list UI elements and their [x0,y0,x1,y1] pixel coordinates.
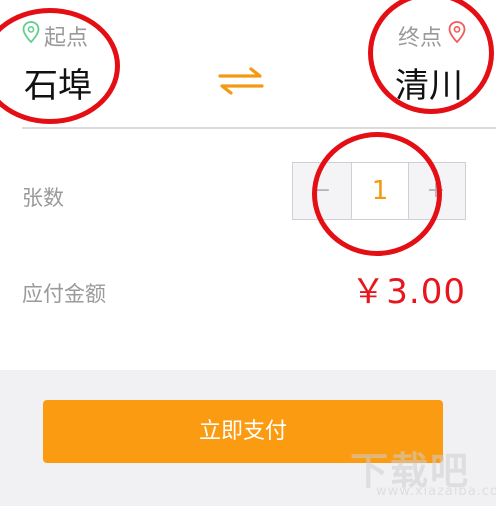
ticket-count-label: 张数 [22,186,64,210]
amount-value: ￥3.00 [351,272,466,312]
watermark: 下载吧 www.xiazaiba.com [350,440,496,502]
amount-label: 应付金额 [22,282,106,306]
annotation-circle [312,132,442,256]
watermark-url: www.xiazaiba.com [376,484,496,499]
swap-icon[interactable] [218,66,264,96]
divider [22,127,496,129]
